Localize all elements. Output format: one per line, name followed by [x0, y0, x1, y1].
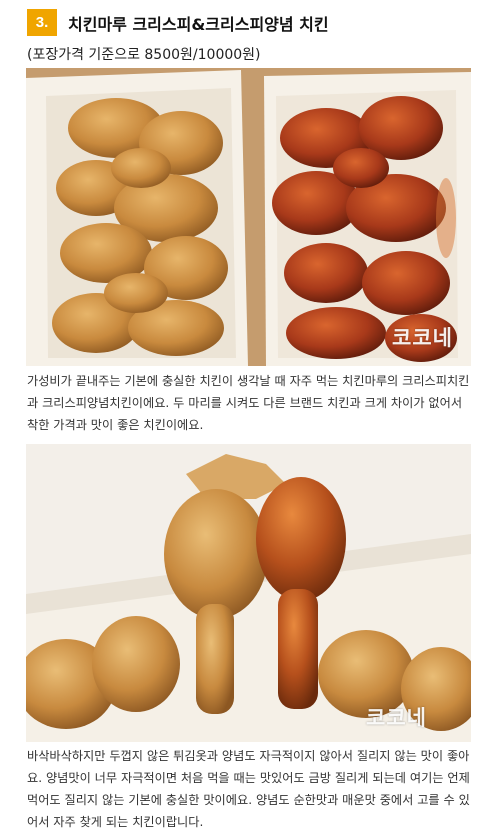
paragraph-line: 먹어도 질리지 않는 기본에 충실한 맛이에요. 양념도 순한맛과 매운맛 중에…	[27, 793, 470, 807]
paragraph-line: 바삭바삭하지만 두껍지 않은 튀김옷과 양념도 자극적이지 않아서 질리지 않는…	[27, 749, 470, 763]
fried-chicken-boxes-photo: 코코네	[26, 68, 471, 366]
section-title: 치킨마루 크리스피&크리스피양념 치킨	[68, 15, 329, 34]
watermark: 코코네	[366, 706, 427, 730]
paragraph-line: 요. 양념맛이 너무 자극적이면 처음 먹을 때는 맛있어도 금방 질리게 되는…	[27, 771, 470, 785]
paragraph-line: 과 크리스피양념치킨이에요. 두 마리를 시켜도 다른 브랜드 치킨과 크게 차…	[27, 396, 463, 410]
paragraph-1: 가성비가 끝내주는 기본에 충실한 치킨이 생각날 때 자주 먹는 치킨마루의 …	[27, 370, 473, 436]
paragraph-line: 착한 가격과 맛이 좋은 치킨이에요.	[27, 418, 204, 432]
paragraph-2: 바삭바삭하지만 두껍지 않은 튀김옷과 양념도 자극적이지 않아서 질리지 않는…	[27, 745, 473, 833]
photo-illustration	[26, 444, 471, 742]
section-header: 3. 치킨마루 크리스피&크리스피양념 치킨	[27, 8, 470, 38]
paragraph-line: 가성비가 끝내주는 기본에 충실한 치킨이 생각날 때 자주 먹는 치킨마루의 …	[27, 374, 470, 388]
price-subtitle: (포장가격 기준으로 8500원/10000원)	[27, 47, 261, 63]
watermark: 코코네	[392, 326, 453, 350]
chicken-drumsticks-photo: 코코네	[26, 444, 471, 742]
paragraph-line: 어서 자주 찾게 되는 치킨이랍니다.	[27, 815, 204, 829]
section-number-badge: 3.	[27, 9, 57, 36]
